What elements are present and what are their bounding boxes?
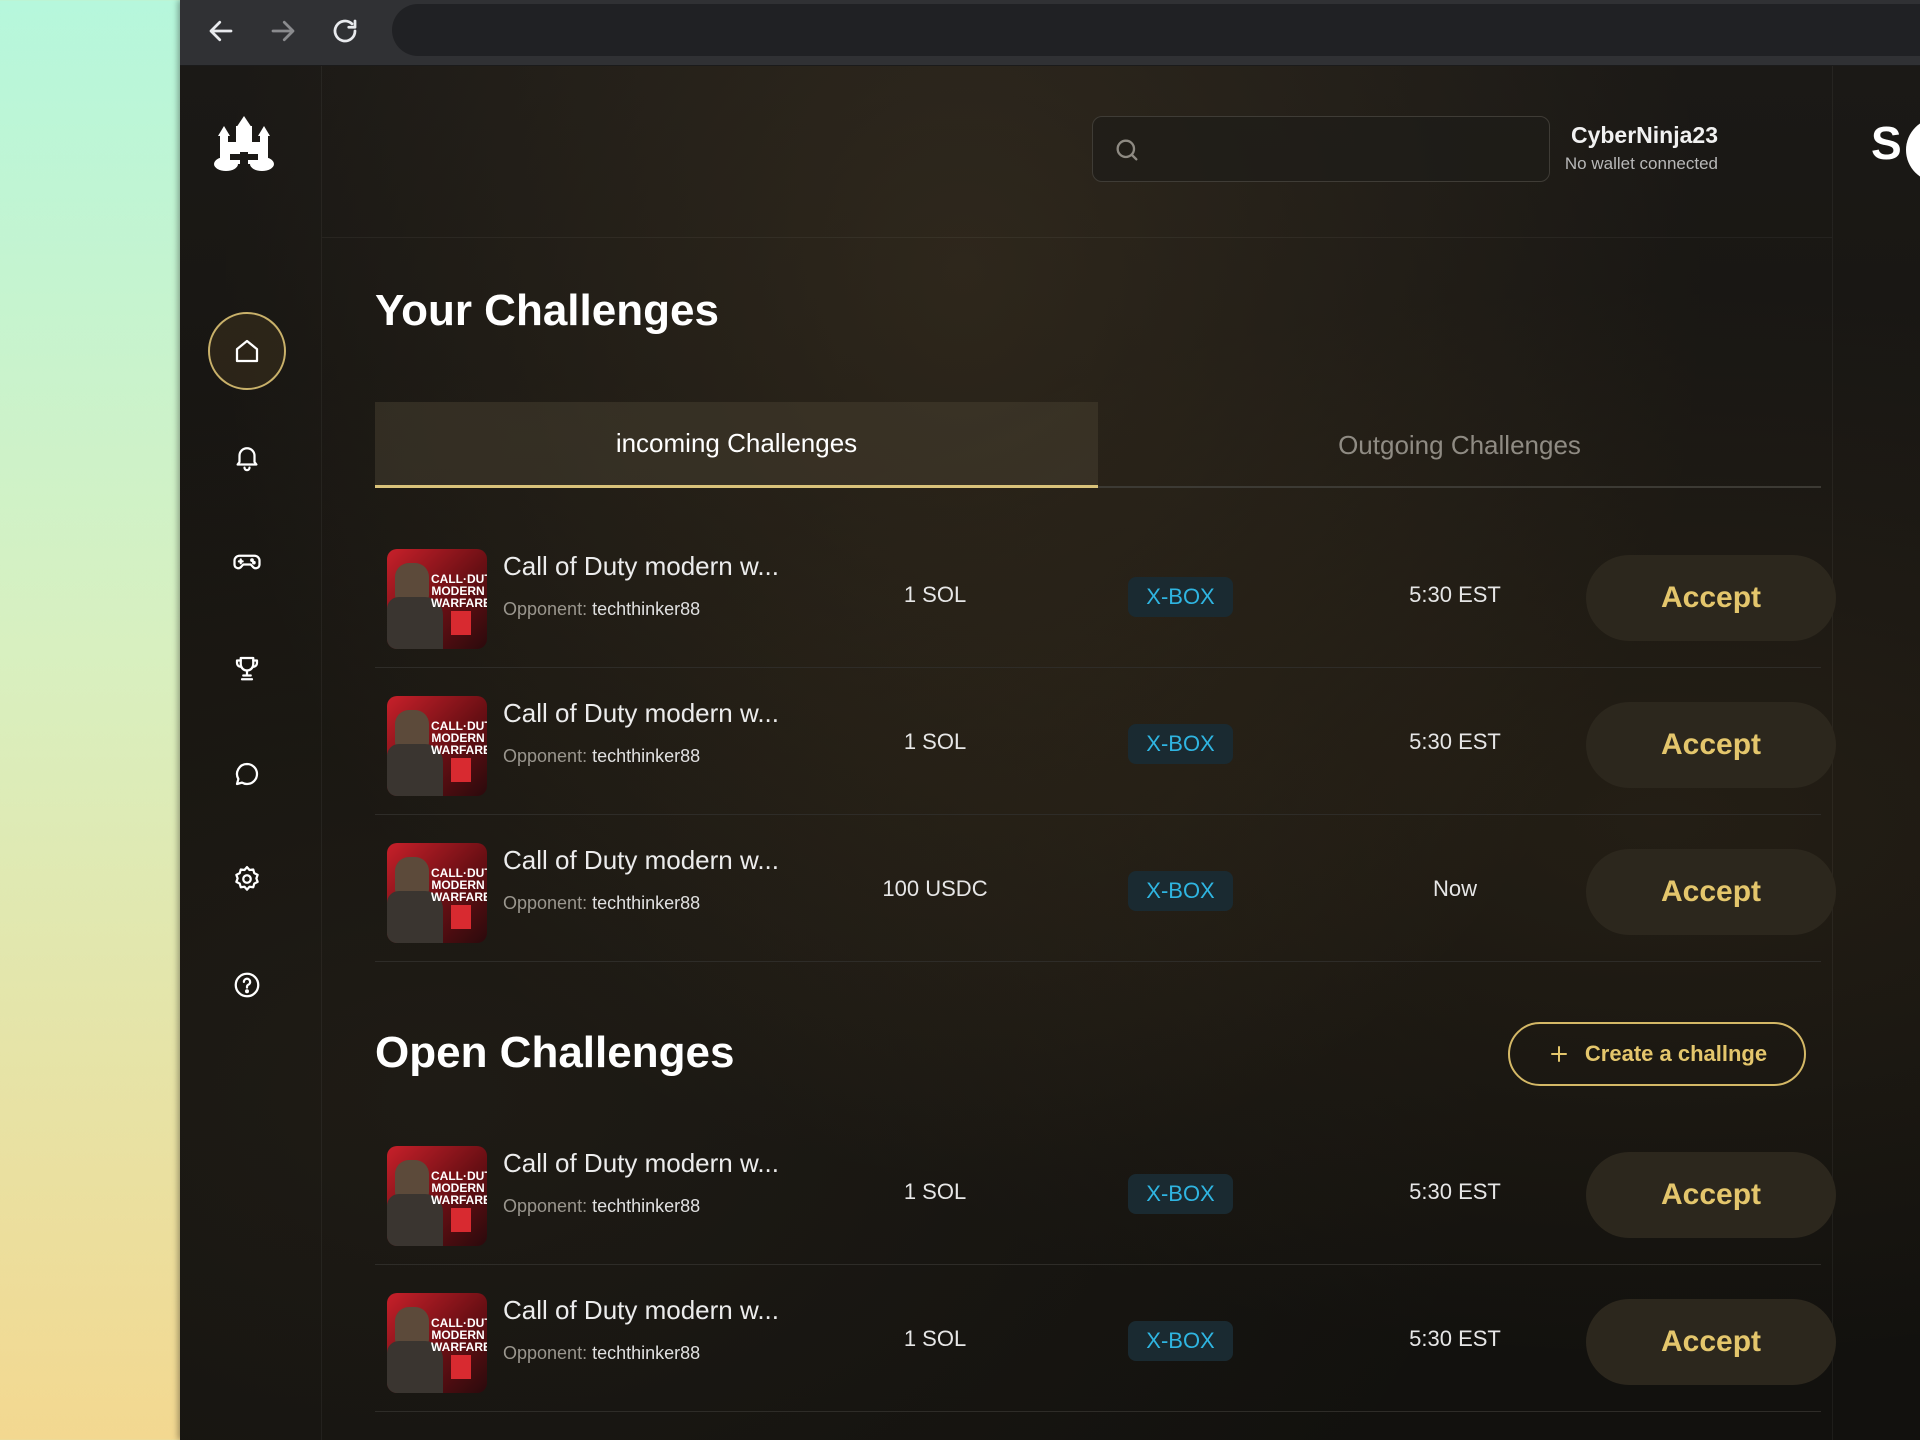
sidebar-item-notifications[interactable] — [208, 418, 286, 496]
challenge-row: CALL·DUTYMODERNWARFARE Call of Duty mode… — [375, 668, 1836, 815]
back-button[interactable] — [198, 8, 244, 54]
main-content: Your Challenges incoming Challenges Outg… — [375, 66, 1836, 1440]
sidebar-item-games[interactable] — [208, 523, 286, 601]
sidebar — [180, 66, 322, 1440]
browser-toolbar — [180, 0, 1920, 66]
opponent-info: Opponent: techthinker88 — [503, 746, 701, 766]
game-title: Call of Duty modern w... — [503, 698, 779, 728]
challenge-row: CALL·DUTYMODERNWARFARE Call of Duty mode… — [375, 521, 1836, 668]
platform-badge: X-BOX — [1128, 1321, 1233, 1361]
trophy-icon — [235, 656, 259, 681]
sidebar-item-home[interactable] — [208, 312, 286, 390]
create-challenge-label: Create a challnge — [1584, 1041, 1768, 1066]
game-title: Call of Duty modern w... — [503, 1148, 779, 1178]
gamepad-icon — [233, 554, 261, 570]
address-bar[interactable] — [392, 4, 1920, 56]
app-container: CyberNinja23 No wallet connected S Your … — [180, 66, 1920, 1440]
wager-amount: 1 SOL — [903, 728, 967, 754]
opponent-info: Opponent: techthinker88 — [503, 1343, 701, 1363]
sidebar-item-tournaments[interactable] — [208, 629, 286, 707]
bell-icon — [236, 447, 258, 472]
platform-badge: X-BOX — [1128, 871, 1233, 911]
wager-amount: 100 USDC — [882, 875, 988, 901]
challenge-time: 5:30 EST — [1409, 728, 1501, 754]
challenge-row: CALL·DUTYMODERNWARFARE Call of Duty mode… — [375, 1118, 1836, 1265]
opponent-name: techthinker88 — [592, 1196, 701, 1216]
challenge-time: 5:30 EST — [1409, 1178, 1501, 1204]
tab-outgoing[interactable]: Outgoing Challenges — [1098, 402, 1821, 488]
game-title: Call of Duty modern w... — [503, 1295, 779, 1325]
sidebar-item-settings[interactable] — [208, 840, 286, 918]
accept-button[interactable]: Accept — [1586, 849, 1836, 935]
right-panel-text: S — [1871, 117, 1902, 169]
challenge-tabs: incoming Challenges Outgoing Challenges — [375, 402, 1821, 488]
plus-icon — [1550, 1046, 1567, 1062]
sidebar-item-help[interactable] — [208, 946, 286, 1024]
platform-badge: X-BOX — [1128, 577, 1233, 617]
right-panel-edge: S — [1832, 66, 1920, 1440]
forward-button[interactable] — [260, 8, 306, 54]
game-title: Call of Duty modern w... — [503, 551, 779, 581]
arrow-left-icon — [209, 20, 233, 42]
tab-incoming[interactable]: incoming Challenges — [375, 402, 1098, 488]
game-cover-image: CALL·DUTYMODERNWARFARE — [387, 1293, 487, 1393]
help-icon — [234, 972, 260, 998]
challenge-time: 5:30 EST — [1409, 581, 1501, 607]
open-challenges-title: Open Challenges — [375, 1028, 735, 1077]
opponent-info: Opponent: techthinker88 — [503, 893, 701, 913]
sidebar-item-chat[interactable] — [208, 735, 286, 813]
challenge-row: CALL·DUTYMODERNWARFARE Call of Duty mode… — [375, 1265, 1836, 1412]
gear-icon — [235, 866, 259, 891]
game-title: Call of Duty modern w... — [503, 845, 779, 875]
game-cover-image: CALL·DUTYMODERNWARFARE — [387, 549, 487, 649]
home-icon — [235, 339, 259, 363]
reload-button[interactable] — [322, 8, 368, 54]
wager-amount: 1 SOL — [903, 581, 967, 607]
reload-icon — [333, 19, 357, 43]
opponent-name: techthinker88 — [592, 893, 701, 913]
game-cover-image: CALL·DUTYMODERNWARFARE — [387, 1146, 487, 1246]
game-cover-image: CALL·DUTYMODERNWARFARE — [387, 696, 487, 796]
wager-amount: 1 SOL — [903, 1325, 967, 1351]
opponent-info: Opponent: techthinker88 — [503, 599, 701, 619]
castle-logo — [214, 116, 274, 172]
game-cover-image: CALL·DUTYMODERNWARFARE — [387, 843, 487, 943]
opponent-name: techthinker88 — [592, 1343, 701, 1363]
chat-icon — [235, 762, 259, 786]
arrow-right-icon — [271, 20, 295, 42]
opponent-name: techthinker88 — [592, 599, 701, 619]
accept-button[interactable]: Accept — [1586, 702, 1836, 788]
opponent-info: Opponent: techthinker88 — [503, 1196, 701, 1216]
challenge-time: 5:30 EST — [1409, 1325, 1501, 1351]
browser-window: CyberNinja23 No wallet connected S Your … — [180, 0, 1920, 1440]
challenge-time: Now — [1432, 875, 1477, 901]
accept-button[interactable]: Accept — [1586, 555, 1836, 641]
platform-badge: X-BOX — [1128, 724, 1233, 764]
accept-button[interactable]: Accept — [1586, 1152, 1836, 1238]
accept-button[interactable]: Accept — [1586, 1299, 1836, 1385]
challenge-row: CALL·DUTYMODERNWARFARE Call of Duty mode… — [375, 815, 1836, 962]
opponent-name: techthinker88 — [592, 746, 701, 766]
platform-badge: X-BOX — [1128, 1174, 1233, 1214]
create-challenge-button[interactable]: Create a challnge — [1508, 1022, 1806, 1086]
wager-amount: 1 SOL — [903, 1178, 967, 1204]
your-challenges-title: Your Challenges — [375, 286, 719, 335]
